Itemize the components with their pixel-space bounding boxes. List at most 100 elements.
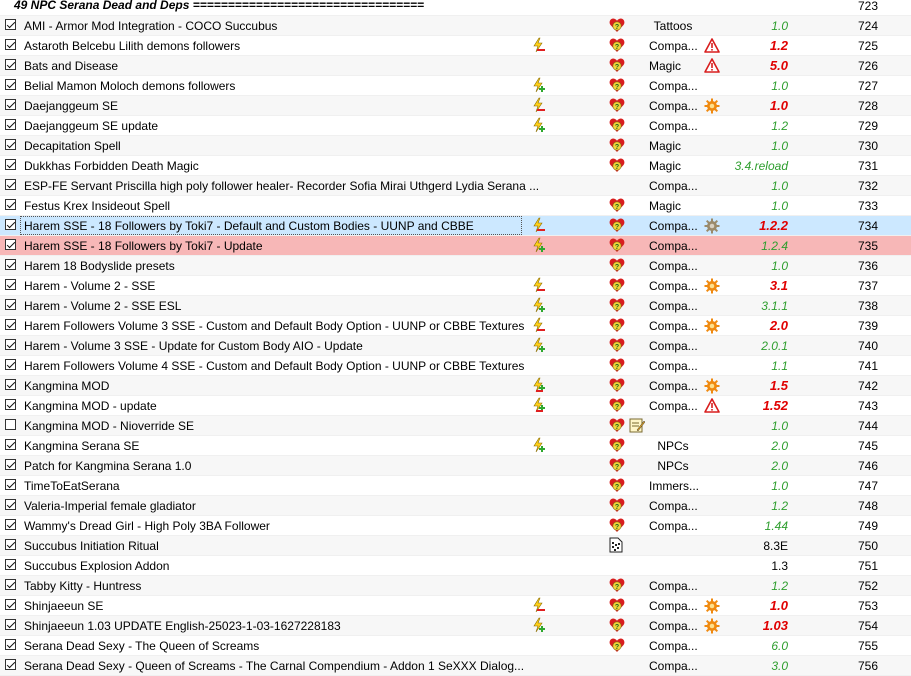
mod-enabled-checkbox[interactable] <box>5 159 16 170</box>
mod-enabled-checkbox[interactable] <box>5 359 16 370</box>
mod-row[interactable]: Patch for Kangmina Serana 1.0? NPCs 2.0 746 <box>0 456 911 476</box>
mod-row[interactable]: Belial Mamon Moloch demons followers? Com… <box>0 76 911 96</box>
mod-enabled-checkbox[interactable] <box>5 79 16 90</box>
mod-enabled-checkbox[interactable] <box>5 519 16 530</box>
mod-name-cell[interactable]: Succubus Explosion Addon <box>20 556 522 575</box>
mod-name-cell[interactable]: Decapitation Spell <box>20 136 522 155</box>
mod-enabled-checkbox[interactable] <box>5 339 16 350</box>
mod-enabled-checkbox[interactable] <box>5 319 16 330</box>
mod-enabled-checkbox[interactable] <box>5 179 16 190</box>
mod-row[interactable]: ESP-FE Servant Priscilla high poly follo… <box>0 176 911 196</box>
mod-name-cell[interactable]: Serana Dead Sexy - The Queen of Screams <box>20 636 522 655</box>
mod-enabled-checkbox[interactable] <box>5 579 16 590</box>
mod-row[interactable]: Harem SSE - 18 Followers by Toki7 - Upda… <box>0 236 911 256</box>
mod-enabled-checkbox[interactable] <box>5 439 16 450</box>
mod-row[interactable]: Shinjaeeun 1.03 UPDATE English-25023-1-0… <box>0 616 911 636</box>
mod-row[interactable]: Bats and Disease? Magic 5.0 726 <box>0 56 911 76</box>
mod-name-cell[interactable]: ESP-FE Servant Priscilla high poly follo… <box>20 176 522 195</box>
mod-enabled-checkbox[interactable] <box>5 559 16 570</box>
mod-enabled-checkbox[interactable] <box>5 259 16 270</box>
mod-name-cell[interactable]: Shinjaeeun SE <box>20 596 522 615</box>
mod-name-cell[interactable]: Harem 18 Bodyslide presets <box>20 256 522 275</box>
mod-row[interactable]: TimeToEatSerana? Immers... 1.0 747 <box>0 476 911 496</box>
mod-row[interactable]: Harem Followers Volume 3 SSE - Custom an… <box>0 316 911 336</box>
mod-enabled-checkbox[interactable] <box>5 99 16 110</box>
mod-enabled-checkbox[interactable] <box>5 199 16 210</box>
mod-name-cell[interactable]: Shinjaeeun 1.03 UPDATE English-25023-1-0… <box>20 616 522 635</box>
mod-name-cell[interactable]: Harem - Volume 2 - SSE ESL <box>20 296 522 315</box>
mod-row[interactable]: Harem - Volume 2 - SSE? Compa... 3.1 737 <box>0 276 911 296</box>
mod-row[interactable]: Harem SSE - 18 Followers by Toki7 - Defa… <box>0 216 911 236</box>
mod-name-cell[interactable]: Harem SSE - 18 Followers by Toki7 - Upda… <box>20 236 522 255</box>
mod-row[interactable]: Daejanggeum SE? Compa... 1.0 728 <box>0 96 911 116</box>
mod-name-cell[interactable]: Bats and Disease <box>20 56 522 75</box>
mod-row[interactable]: Kangmina MOD - Nioverride SE? 1.0 744 <box>0 416 911 436</box>
mod-enabled-checkbox[interactable] <box>5 19 16 30</box>
mod-enabled-checkbox[interactable] <box>5 539 16 550</box>
mod-name-cell[interactable]: Harem - Volume 3 SSE - Update for Custom… <box>20 336 522 355</box>
mod-enabled-checkbox[interactable] <box>5 659 16 670</box>
mod-row[interactable]: Harem Followers Volume 4 SSE - Custom an… <box>0 356 911 376</box>
mod-row[interactable]: Dukkhas Forbidden Death Magic? Magic 3.4.r… <box>0 156 911 176</box>
mod-name-cell[interactable]: Belial Mamon Moloch demons followers <box>20 76 522 95</box>
mod-row[interactable]: Shinjaeeun SE? Compa... 1.0 753 <box>0 596 911 616</box>
mod-row[interactable]: Harem - Volume 3 SSE - Update for Custom… <box>0 336 911 356</box>
mod-enabled-checkbox[interactable] <box>5 239 16 250</box>
mod-enabled-checkbox[interactable] <box>5 119 16 130</box>
mod-row[interactable]: Kangmina MOD - update? Compa... 1.52 743 <box>0 396 911 416</box>
mod-name-cell[interactable]: Harem - Volume 2 - SSE <box>20 276 522 295</box>
mod-name-cell[interactable]: Wammy's Dread Girl - High Poly 3BA Follo… <box>20 516 522 535</box>
mod-enabled-checkbox[interactable] <box>5 39 16 50</box>
mod-name-cell[interactable]: Valeria-Imperial female gladiator <box>20 496 522 515</box>
mod-row[interactable]: Harem - Volume 2 - SSE ESL? Compa... 3.1.1… <box>0 296 911 316</box>
mod-row[interactable]: Succubus Initiation Ritual 8.3E 750 <box>0 536 911 556</box>
mod-enabled-checkbox[interactable] <box>5 299 16 310</box>
mod-row[interactable]: Harem 18 Bodyslide presets? Compa... 1.0 73… <box>0 256 911 276</box>
mod-enabled-checkbox[interactable] <box>5 139 16 150</box>
mod-name-cell[interactable]: TimeToEatSerana <box>20 476 522 495</box>
mod-enabled-checkbox[interactable] <box>5 639 16 650</box>
mod-enabled-checkbox[interactable] <box>5 399 16 410</box>
mod-name-cell[interactable]: Dukkhas Forbidden Death Magic <box>20 156 522 175</box>
mod-row[interactable]: Daejanggeum SE update? Compa... 1.2 729 <box>0 116 911 136</box>
mod-row[interactable]: Succubus Explosion Addon 1.3 751 <box>0 556 911 576</box>
mod-enabled-checkbox[interactable] <box>5 459 16 470</box>
mod-row[interactable]: Valeria-Imperial female gladiator? Compa.… <box>0 496 911 516</box>
mod-name-cell[interactable]: Harem SSE - 18 Followers by Toki7 - Defa… <box>20 216 522 235</box>
mod-list[interactable]: 49 NPC Serana Dead and Deps ============… <box>0 0 911 676</box>
mod-enabled-checkbox[interactable] <box>5 599 16 610</box>
mod-name-cell[interactable]: Succubus Initiation Ritual <box>20 536 522 555</box>
mod-name-cell[interactable]: Daejanggeum SE <box>20 96 522 115</box>
mod-name-cell[interactable]: Serana Dead Sexy - Queen of Screams - Th… <box>20 656 522 675</box>
mod-row[interactable]: Serana Dead Sexy - The Queen of Screams?… <box>0 636 911 656</box>
mod-row[interactable]: Astaroth Belcebu Lilith demons followers… <box>0 36 911 56</box>
mod-name-cell[interactable]: Patch for Kangmina Serana 1.0 <box>20 456 522 475</box>
mod-row[interactable]: Decapitation Spell? Magic 1.0 730 <box>0 136 911 156</box>
mod-enabled-checkbox[interactable] <box>5 479 16 490</box>
mod-row[interactable]: Kangmina MOD? Compa... 1.5 742 <box>0 376 911 396</box>
mod-name-cell[interactable]: Tabby Kitty - Huntress <box>20 576 522 595</box>
mod-enabled-checkbox[interactable] <box>5 619 16 630</box>
mod-name-cell[interactable]: Festus Krex Insideout Spell <box>20 196 522 215</box>
separator-row[interactable]: 49 NPC Serana Dead and Deps ============… <box>0 0 911 16</box>
mod-row[interactable]: AMI - Armor Mod Integration - COCO Succu… <box>0 16 911 36</box>
mod-enabled-checkbox[interactable] <box>5 379 16 390</box>
mod-row[interactable]: Serana Dead Sexy - Queen of Screams - Th… <box>0 656 911 676</box>
mod-name-cell[interactable]: Kangmina MOD <box>20 376 522 395</box>
mod-name-cell[interactable]: Harem Followers Volume 4 SSE - Custom an… <box>20 356 522 375</box>
mod-enabled-checkbox[interactable] <box>5 419 16 430</box>
mod-name-cell[interactable]: Kangmina MOD - update <box>20 396 522 415</box>
mod-enabled-checkbox[interactable] <box>5 219 16 230</box>
mod-enabled-checkbox[interactable] <box>5 499 16 510</box>
mod-name-cell[interactable]: Daejanggeum SE update <box>20 116 522 135</box>
mod-name-cell[interactable]: Harem Followers Volume 3 SSE - Custom an… <box>20 316 522 335</box>
mod-name-cell[interactable]: Kangmina MOD - Nioverride SE <box>20 416 522 435</box>
mod-name-cell[interactable]: Astaroth Belcebu Lilith demons followers <box>20 36 522 55</box>
mod-row[interactable]: Festus Krex Insideout Spell? Magic 1.0 733 <box>0 196 911 216</box>
mod-enabled-checkbox[interactable] <box>5 59 16 70</box>
mod-row[interactable]: Kangmina Serana SE? NPCs 2.0 745 <box>0 436 911 456</box>
mod-row[interactable]: Wammy's Dread Girl - High Poly 3BA Follo… <box>0 516 911 536</box>
mod-name-cell[interactable]: AMI - Armor Mod Integration - COCO Succu… <box>20 16 522 35</box>
mod-row[interactable]: Tabby Kitty - Huntress? Compa... 1.2 752 <box>0 576 911 596</box>
mod-name-cell[interactable]: Kangmina Serana SE <box>20 436 522 455</box>
